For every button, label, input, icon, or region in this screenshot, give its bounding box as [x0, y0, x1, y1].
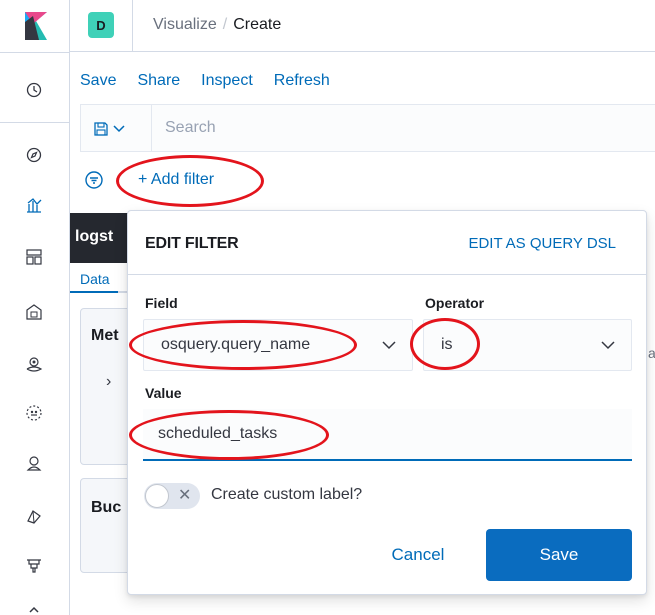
field-select-value: osquery.query_name: [161, 336, 311, 353]
query-bar-divider: [151, 105, 152, 151]
tab-data[interactable]: Data: [80, 271, 110, 287]
uptime-icon[interactable]: [24, 555, 44, 575]
custom-label-text[interactable]: Create custom label?: [211, 486, 362, 504]
breadcrumb-separator: /: [222, 16, 228, 33]
breadcrumb-visualize[interactable]: Visualize: [153, 16, 217, 33]
menu-save[interactable]: Save: [80, 72, 116, 90]
clock-icon[interactable]: [24, 80, 44, 100]
field-label: Field: [145, 295, 178, 311]
value-label: Value: [145, 385, 182, 401]
breadcrumb: Visualize / Create: [153, 16, 281, 34]
query-bar: [80, 104, 655, 152]
switch-knob: [145, 484, 169, 508]
apm-icon[interactable]: [24, 506, 44, 526]
kibana-logo-icon[interactable]: [25, 12, 47, 40]
metrics-panel-title: Met: [91, 327, 119, 344]
more-icon[interactable]: [24, 600, 44, 615]
compass-icon[interactable]: [24, 145, 44, 165]
operator-select[interactable]: is: [423, 319, 632, 371]
top-menu: Save Share Inspect Refresh: [80, 72, 330, 90]
custom-label-switch[interactable]: ✕: [144, 483, 200, 509]
infra-icon[interactable]: [24, 453, 44, 473]
save-button[interactable]: Save: [486, 529, 632, 581]
chevron-right-icon[interactable]: ›: [106, 373, 111, 391]
close-icon: ✕: [178, 487, 192, 504]
chevron-down-icon: [113, 125, 125, 133]
save-icon: [94, 122, 108, 136]
menu-inspect[interactable]: Inspect: [201, 72, 253, 90]
ml-icon[interactable]: [24, 403, 44, 423]
menu-share[interactable]: Share: [137, 72, 180, 90]
field-select[interactable]: osquery.query_name: [143, 319, 413, 371]
search-input[interactable]: [165, 115, 635, 141]
filter-options-icon[interactable]: [84, 170, 104, 190]
value-input[interactable]: [143, 409, 632, 461]
top-header: D Visualize / Create: [70, 0, 655, 52]
obscured-text-fragment: a: [648, 345, 655, 361]
edit-as-query-dsl-link[interactable]: EDIT AS QUERY DSL: [468, 235, 616, 252]
left-nav: [0, 0, 70, 615]
operator-select-value: is: [441, 336, 453, 353]
edit-filter-popover: EDIT FILTER EDIT AS QUERY DSL Field osqu…: [127, 210, 647, 595]
cancel-button[interactable]: Cancel: [378, 540, 458, 570]
popover-header: EDIT FILTER EDIT AS QUERY DSL: [128, 211, 646, 275]
nav-divider: [0, 122, 70, 123]
chevron-down-icon: [382, 341, 396, 350]
canvas-icon[interactable]: [24, 302, 44, 322]
maps-icon[interactable]: [24, 354, 44, 374]
space-avatar[interactable]: D: [88, 12, 114, 38]
chevron-down-icon: [601, 341, 615, 350]
add-filter-link[interactable]: + Add filter: [138, 171, 214, 189]
saved-query-button[interactable]: [93, 118, 137, 140]
nav-divider: [0, 52, 70, 53]
operator-label: Operator: [425, 295, 485, 311]
menu-refresh[interactable]: Refresh: [274, 72, 330, 90]
visualize-icon[interactable]: [24, 195, 44, 215]
buckets-panel-title: Buc: [91, 499, 122, 516]
dashboard-icon[interactable]: [24, 247, 44, 267]
tab-active-indicator: [70, 291, 118, 293]
breadcrumb-create: Create: [233, 16, 282, 33]
popover-title: EDIT FILTER: [145, 235, 239, 252]
header-divider: [132, 0, 133, 52]
